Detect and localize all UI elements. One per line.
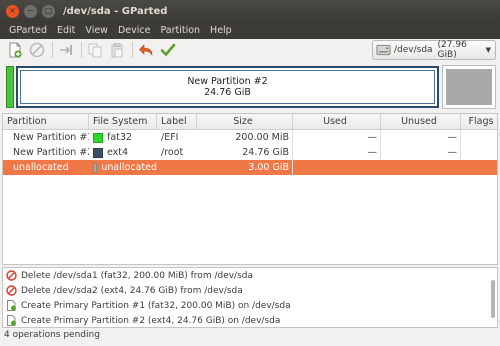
partition-map-block-2-inner: New Partition #2 24.76 GiB xyxy=(20,70,435,104)
partition-map-block-1[interactable] xyxy=(6,66,14,108)
cell-used: — xyxy=(293,145,381,160)
menu-device[interactable]: Device xyxy=(113,25,156,36)
status-bar-text: 4 operations pending xyxy=(4,330,100,340)
operation-item[interactable]: Create Primary Partition #2 (ext4, 24.76… xyxy=(3,313,497,328)
cell-unused: — xyxy=(381,145,461,160)
fs-color-swatch xyxy=(93,147,103,158)
device-selector[interactable]: /dev/sda (27.96 GiB) ▼ xyxy=(372,40,496,60)
new-partition-icon xyxy=(6,315,17,326)
toolbar-separator xyxy=(132,42,133,58)
menu-bar: GParted Edit View Device Partition Help xyxy=(0,22,500,39)
minimize-window-button[interactable]: − xyxy=(24,4,37,18)
cell-size: 200.00 MiB xyxy=(197,130,293,145)
menu-gparted[interactable]: GParted xyxy=(4,25,52,36)
undo-button[interactable] xyxy=(137,41,155,59)
fs-color-swatch xyxy=(93,132,103,143)
delete-icon xyxy=(6,285,17,296)
menu-help[interactable]: Help xyxy=(205,25,237,36)
cell-partition: New Partition #2 xyxy=(13,147,89,158)
cell-file-system: ext4 xyxy=(89,145,157,160)
cell-fs-text: unallocated xyxy=(101,162,157,173)
column-header-file-system[interactable]: File System xyxy=(89,114,157,129)
close-window-button[interactable]: × xyxy=(6,4,19,18)
resize-move-icon xyxy=(60,45,72,55)
cell-size: 3.00 GiB xyxy=(197,160,293,175)
cell-unused: — xyxy=(381,130,461,145)
operation-text: Delete /dev/sda1 (fat32, 200.00 MiB) fro… xyxy=(21,270,254,281)
partition-map-size: 24.76 GiB xyxy=(204,87,251,98)
new-partition-icon xyxy=(9,42,22,58)
chevron-down-icon: ▼ xyxy=(485,46,491,54)
pending-operations-list: Delete /dev/sda1 (fat32, 200.00 MiB) fro… xyxy=(2,267,498,328)
table-header: Partition File System Label Size Used Un… xyxy=(3,114,497,130)
apply-button[interactable] xyxy=(159,41,177,59)
partition-map-name: New Partition #2 xyxy=(187,76,268,87)
cell-fs-text: ext4 xyxy=(107,147,129,158)
menu-edit[interactable]: Edit xyxy=(52,25,80,36)
column-header-flags[interactable]: Flags xyxy=(461,114,497,129)
undo-icon xyxy=(139,44,153,56)
new-partition-icon xyxy=(6,300,17,311)
cell-partition: New Partition #1 xyxy=(13,132,89,143)
operations-scrollbar[interactable] xyxy=(490,270,495,325)
delete-icon xyxy=(6,270,17,281)
title-bar: × − □ /dev/sda - GParted xyxy=(0,0,500,22)
hard-disk-icon xyxy=(376,44,391,56)
cell-size: 24.76 GiB xyxy=(197,145,293,160)
partition-map: New Partition #2 24.76 GiB xyxy=(4,63,496,111)
operation-item[interactable]: Create Primary Partition #1 (fat32, 200.… xyxy=(3,298,497,313)
cell-label: /root xyxy=(161,147,184,158)
delete-partition-button[interactable] xyxy=(28,41,46,59)
partition-map-block-2[interactable]: New Partition #2 24.76 GiB xyxy=(16,66,439,108)
column-header-partition[interactable]: Partition xyxy=(3,114,89,129)
column-header-label[interactable]: Label xyxy=(157,114,197,129)
operation-item[interactable]: Delete /dev/sda2 (ext4, 24.76 GiB) from … xyxy=(3,283,497,298)
menu-partition[interactable]: Partition xyxy=(155,25,205,36)
column-header-used[interactable]: Used xyxy=(293,114,381,129)
cell-label: /EFI xyxy=(161,132,179,143)
operation-text: Create Primary Partition #2 (ext4, 24.76… xyxy=(21,315,281,326)
new-partition-button[interactable] xyxy=(6,41,24,59)
toolbar-separator xyxy=(81,42,82,58)
toolbar-separator xyxy=(52,42,53,58)
paste-button[interactable] xyxy=(108,41,126,59)
copy-icon xyxy=(88,43,102,58)
column-header-size[interactable]: Size xyxy=(197,114,293,129)
delete-icon xyxy=(29,42,45,58)
cell-file-system: unallocated xyxy=(89,160,157,175)
cell-fs-text: fat32 xyxy=(107,132,132,143)
maximize-window-button[interactable]: □ xyxy=(42,4,55,18)
cell-used: — xyxy=(293,130,381,145)
device-size: (27.96 GiB) xyxy=(437,40,467,60)
table-row[interactable]: New Partition #1 fat32 /EFI 200.00 MiB —… xyxy=(3,130,497,145)
paste-icon xyxy=(111,43,123,58)
apply-icon xyxy=(160,43,176,57)
cell-file-system: fat32 xyxy=(89,130,157,145)
copy-button[interactable] xyxy=(86,41,104,59)
column-header-unused[interactable]: Unused xyxy=(381,114,461,129)
resize-move-button[interactable] xyxy=(57,41,75,59)
operation-text: Create Primary Partition #1 (fat32, 200.… xyxy=(21,300,291,311)
device-name: /dev/sda xyxy=(393,45,433,55)
cell-partition: unallocated xyxy=(13,162,69,173)
partition-table: Partition File System Label Size Used Un… xyxy=(2,113,498,265)
table-row[interactable]: New Partition #2 ext4 /root 24.76 GiB — … xyxy=(3,145,497,160)
table-row-selected[interactable]: unallocated unallocated 3.00 GiB xyxy=(3,160,497,175)
partition-map-unallocated[interactable] xyxy=(442,65,496,109)
fs-color-swatch xyxy=(93,162,98,173)
operation-text: Delete /dev/sda2 (ext4, 24.76 GiB) from … xyxy=(21,285,243,296)
window-title: /dev/sda - GParted xyxy=(63,5,168,17)
operation-item[interactable]: Delete /dev/sda1 (fat32, 200.00 MiB) fro… xyxy=(3,268,497,283)
scrollbar-thumb[interactable] xyxy=(491,280,495,318)
menu-view[interactable]: View xyxy=(80,25,113,36)
